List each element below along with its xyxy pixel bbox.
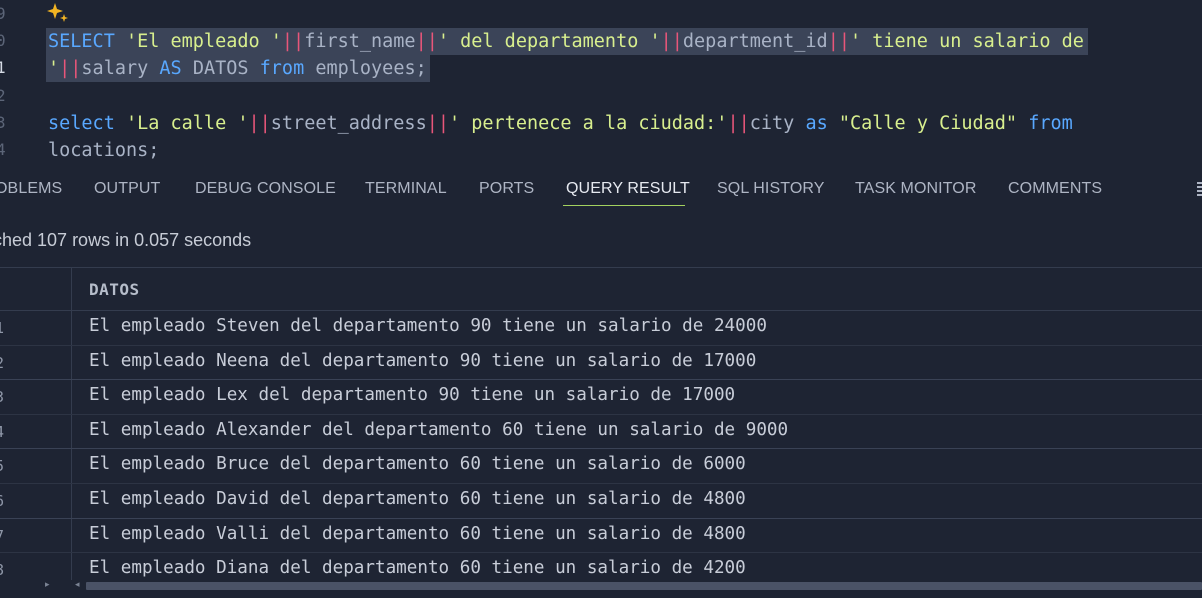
code-line: select 'La calle '||street_address||' pe…	[48, 110, 1073, 137]
table-cell[interactable]: El empleado Diana del departamento 60 ti…	[89, 558, 746, 578]
concat-operator: ||	[59, 58, 82, 79]
concat-operator: ||	[415, 31, 438, 52]
table-header: DATOS	[0, 267, 1202, 311]
identifier: first_name	[304, 31, 416, 52]
identifier: city	[749, 113, 795, 134]
row-number: 7	[0, 527, 15, 545]
active-tab-indicator	[563, 205, 685, 206]
identifier: employees;	[315, 58, 427, 79]
line-number: 0	[0, 31, 6, 50]
query-status-text: tched 107 rows in 0.057 seconds	[0, 230, 252, 250]
column-divider	[71, 380, 72, 414]
row-number: 5	[0, 457, 15, 475]
code-editor[interactable]: 9 0 1 2 3 4 SELECT 'El empleado '||first…	[0, 0, 1202, 165]
more-vertical-icon[interactable]	[1197, 182, 1202, 196]
string-literal: ' tiene un salario de	[849, 31, 1084, 52]
scrollbar-thumb[interactable]	[86, 582, 1202, 590]
column-divider	[71, 311, 72, 345]
string-literal: ' pertenece a la ciudad:'	[449, 113, 728, 134]
column-divider	[71, 449, 72, 483]
column-divider	[71, 345, 72, 380]
column-header-datos[interactable]: DATOS	[89, 280, 140, 299]
table-row[interactable]: 7 El empleado Valli del departamento 60 …	[0, 518, 1202, 554]
tab-task-monitor[interactable]: TASK MONITOR	[855, 180, 977, 198]
line-number: 3	[0, 113, 6, 132]
column-divider	[71, 518, 72, 553]
identifier: DATOS	[192, 58, 249, 79]
tab-query-result[interactable]: QUERY RESULT	[566, 180, 690, 198]
string-literal: "Calle y Ciudad"	[838, 113, 1018, 134]
row-number-header	[0, 268, 72, 311]
tab-problems[interactable]: OBLEMS	[0, 180, 62, 198]
identifier: salary	[81, 58, 149, 79]
row-number: 1	[0, 319, 15, 337]
table-cell[interactable]: El empleado Alexander del departamento 6…	[89, 420, 788, 440]
keyword-select: SELECT	[48, 31, 115, 52]
tab-debug-console[interactable]: DEBUG CONSOLE	[195, 180, 336, 198]
string-literal: 'La calle '	[125, 113, 249, 134]
concat-operator: ||	[660, 31, 683, 52]
table-row[interactable]: 3 El empleado Lex del departamento 90 ti…	[0, 380, 1202, 415]
code-line-selected: '||salary AS DATOS from employees;	[46, 55, 430, 82]
query-result-table[interactable]: DATOS 1 El empleado Steven del departame…	[0, 267, 1202, 598]
tab-output[interactable]: OUTPUT	[94, 180, 160, 198]
line-number-gutter: 9 0 1 2 3 4	[0, 0, 40, 165]
tab-comments[interactable]: COMMENTS	[1008, 180, 1102, 198]
row-number: 3	[0, 388, 15, 406]
column-divider	[71, 414, 72, 449]
keyword-as: as	[805, 113, 828, 134]
keyword-as: AS	[159, 58, 182, 79]
line-number: 4	[0, 140, 6, 159]
row-number: 6	[0, 492, 15, 510]
panel-tab-bar: OBLEMS OUTPUT DEBUG CONSOLE TERMINAL POR…	[0, 165, 1202, 209]
keyword-from: from	[259, 58, 305, 79]
row-number: 4	[0, 423, 15, 441]
table-cell[interactable]: El empleado Valli del departamento 60 ti…	[89, 524, 746, 544]
identifier: street_address	[270, 113, 427, 134]
column-divider	[71, 484, 72, 518]
concat-operator: ||	[248, 113, 271, 134]
tab-terminal[interactable]: TERMINAL	[365, 180, 447, 198]
code-line: locations;	[48, 137, 159, 164]
table-cell[interactable]: El empleado Steven del departamento 90 t…	[89, 316, 767, 336]
sql-code[interactable]: SELECT 'El empleado '||first_name||' del…	[46, 0, 1088, 165]
identifier: department_id	[682, 31, 828, 52]
scroll-right-arrow-icon[interactable]: ◂	[75, 580, 80, 590]
table-cell[interactable]: El empleado Lex del departamento 90 tien…	[89, 385, 735, 405]
line-number-active: 1	[0, 58, 6, 77]
identifier: locations;	[48, 140, 160, 161]
string-literal: 'El empleado '	[125, 31, 282, 52]
table-row[interactable]: 5 El empleado Bruce del departamento 60 …	[0, 449, 1202, 484]
line-number: 9	[0, 4, 6, 23]
line-number: 2	[0, 86, 6, 105]
scroll-left-arrow-icon[interactable]: ▸	[45, 580, 50, 590]
row-number: 8	[0, 561, 15, 579]
table-cell[interactable]: El empleado Neena del departamento 90 ti…	[89, 351, 756, 371]
row-number: 2	[0, 354, 15, 372]
concat-operator: ||	[727, 113, 750, 134]
table-row[interactable]: 1 El empleado Steven del departamento 90…	[0, 311, 1202, 346]
tab-sql-history[interactable]: SQL HISTORY	[717, 180, 825, 198]
keyword-from: from	[1028, 113, 1073, 134]
table-cell[interactable]: El empleado Bruce del departamento 60 ti…	[89, 454, 746, 474]
horizontal-scrollbar[interactable]: ▸ ◂	[0, 580, 1202, 592]
table-row[interactable]: 2 El empleado Neena del departamento 90 …	[0, 345, 1202, 381]
string-literal: '	[48, 58, 60, 79]
keyword-select: select	[48, 113, 115, 134]
concat-operator: ||	[827, 31, 850, 52]
table-row[interactable]: 6 El empleado David del departamento 60 …	[0, 484, 1202, 519]
table-row[interactable]: 4 El empleado Alexander del departamento…	[0, 414, 1202, 450]
concat-operator: ||	[281, 31, 305, 52]
string-literal: ' del departamento '	[437, 31, 661, 52]
table-cell[interactable]: El empleado David del departamento 60 ti…	[89, 489, 746, 509]
concat-operator: ||	[426, 113, 449, 134]
code-line-selected: SELECT 'El empleado '||first_name||' del…	[46, 28, 1088, 55]
tab-ports[interactable]: PORTS	[479, 180, 534, 198]
